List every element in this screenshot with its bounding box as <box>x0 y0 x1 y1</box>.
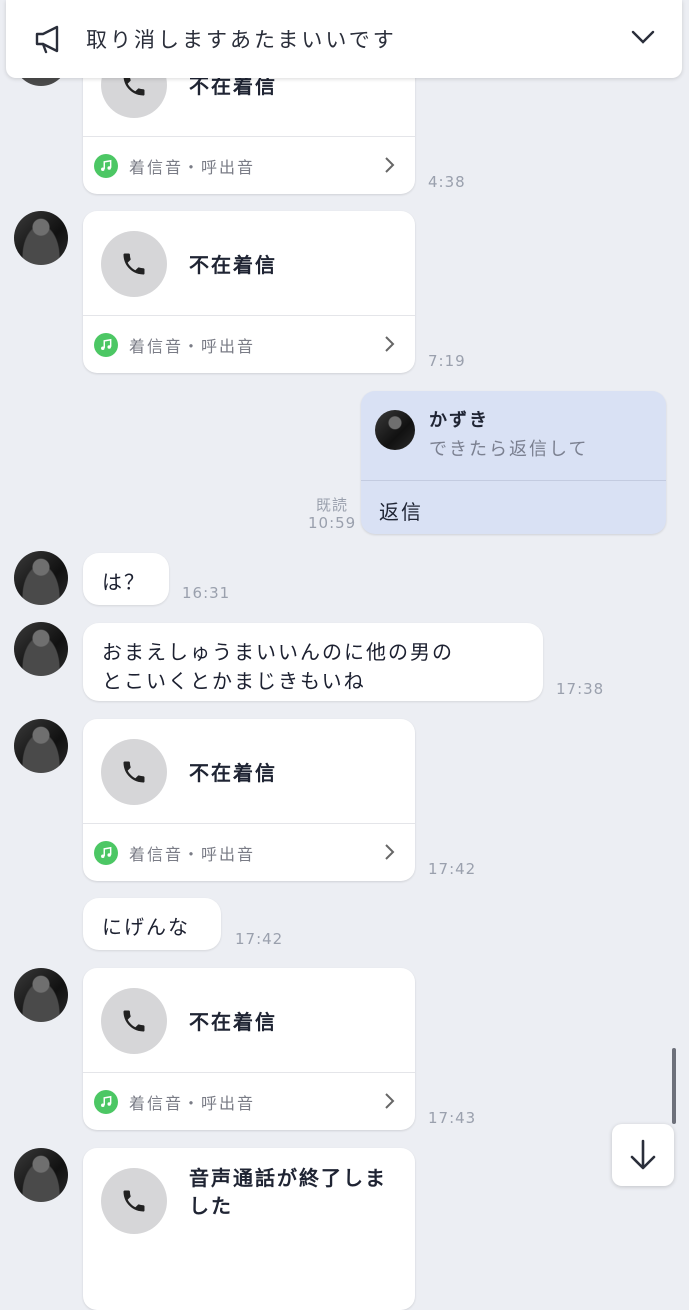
phone-icon <box>101 739 167 805</box>
arrow-down-icon <box>630 1139 656 1170</box>
call-card-header: 不在着信 <box>83 719 415 824</box>
message-text: は？ <box>102 570 146 594</box>
chevron-right-icon <box>383 156 397 178</box>
chevron-right-icon <box>383 843 397 865</box>
announcement-banner[interactable]: 取り消しますあたまいいです <box>6 0 682 78</box>
call-title: 不在着信 <box>189 1010 277 1034</box>
chat-area: 不在着信 着信音・呼出音 4:38 不在着信 着信音・呼出音 7:19 既読 1… <box>0 0 689 1310</box>
quote-text: できたら返信して <box>429 439 589 460</box>
ringtone-label: 着信音・呼出音 <box>129 1094 256 1113</box>
chevron-down-icon[interactable] <box>630 28 656 50</box>
quote-name: かずき <box>429 410 489 431</box>
avatar[interactable] <box>14 622 68 676</box>
sent-reply-bubble[interactable]: かずき できたら返信して 返信 <box>361 391 666 534</box>
phone-icon <box>101 988 167 1054</box>
call-title-line: した <box>189 1194 233 1218</box>
message-time: 17:42 <box>428 860 477 878</box>
message-time: 4:38 <box>428 173 466 191</box>
music-note-icon <box>94 841 118 865</box>
music-note-icon <box>94 154 118 178</box>
phone-icon <box>101 231 167 297</box>
message-time: 17:43 <box>428 1109 477 1127</box>
message-time: 16:31 <box>182 584 231 602</box>
ringtone-row[interactable]: 着信音・呼出音 <box>83 136 415 194</box>
message-bubble[interactable]: おまえしゅうまいいんのに他の男の とこいくとかまじきもいね <box>83 623 543 701</box>
quote-divider <box>361 480 666 481</box>
quote-avatar <box>375 410 415 450</box>
ringtone-label: 着信音・呼出音 <box>129 845 256 864</box>
message-time: 17:38 <box>556 680 605 698</box>
avatar[interactable] <box>14 551 68 605</box>
chevron-right-icon <box>383 335 397 357</box>
ringtone-row[interactable]: 着信音・呼出音 <box>83 315 415 373</box>
call-card-header: 不在着信 <box>83 968 415 1073</box>
read-receipt: 既読 <box>316 496 349 514</box>
avatar[interactable] <box>14 1148 68 1202</box>
scroll-down-button[interactable] <box>612 1124 674 1186</box>
message-time: 10:59 <box>308 514 357 532</box>
chevron-right-icon <box>383 1092 397 1114</box>
message-text-line: とこいくとかまじきもいね <box>102 669 366 693</box>
ringtone-label: 着信音・呼出音 <box>129 337 256 356</box>
message-bubble[interactable]: は？ <box>83 553 169 605</box>
phone-icon <box>101 1168 167 1234</box>
call-card-header: 不在着信 <box>83 211 415 316</box>
music-note-icon <box>94 1090 118 1114</box>
scrollbar[interactable] <box>672 1048 676 1124</box>
message-text-line: おまえしゅうまいいんのに他の男の <box>102 640 454 664</box>
ringtone-label: 着信音・呼出音 <box>129 158 256 177</box>
announcement-text: 取り消しますあたまいいです <box>86 28 397 52</box>
message-time: 17:42 <box>235 930 284 948</box>
music-note-icon <box>94 333 118 357</box>
avatar[interactable] <box>14 968 68 1022</box>
megaphone-icon <box>34 24 68 58</box>
call-title: 不在着信 <box>189 761 277 785</box>
ringtone-row[interactable]: 着信音・呼出音 <box>83 823 415 881</box>
message-time: 7:19 <box>428 352 466 370</box>
ringtone-row[interactable]: 着信音・呼出音 <box>83 1072 415 1130</box>
avatar[interactable] <box>14 211 68 265</box>
call-title: 不在着信 <box>189 253 277 277</box>
call-ended-card[interactable]: 音声通話が終了しま した <box>83 1148 415 1310</box>
message-text: 返信 <box>379 500 423 524</box>
message-bubble[interactable]: にげんな <box>83 898 221 950</box>
missed-call-card[interactable]: 不在着信 着信音・呼出音 <box>83 968 415 1130</box>
missed-call-card[interactable]: 不在着信 着信音・呼出音 <box>83 719 415 881</box>
missed-call-card[interactable]: 不在着信 着信音・呼出音 <box>83 211 415 373</box>
call-title-line: 音声通話が終了しま <box>189 1166 387 1190</box>
avatar[interactable] <box>14 719 68 773</box>
message-text: にげんな <box>102 915 190 939</box>
